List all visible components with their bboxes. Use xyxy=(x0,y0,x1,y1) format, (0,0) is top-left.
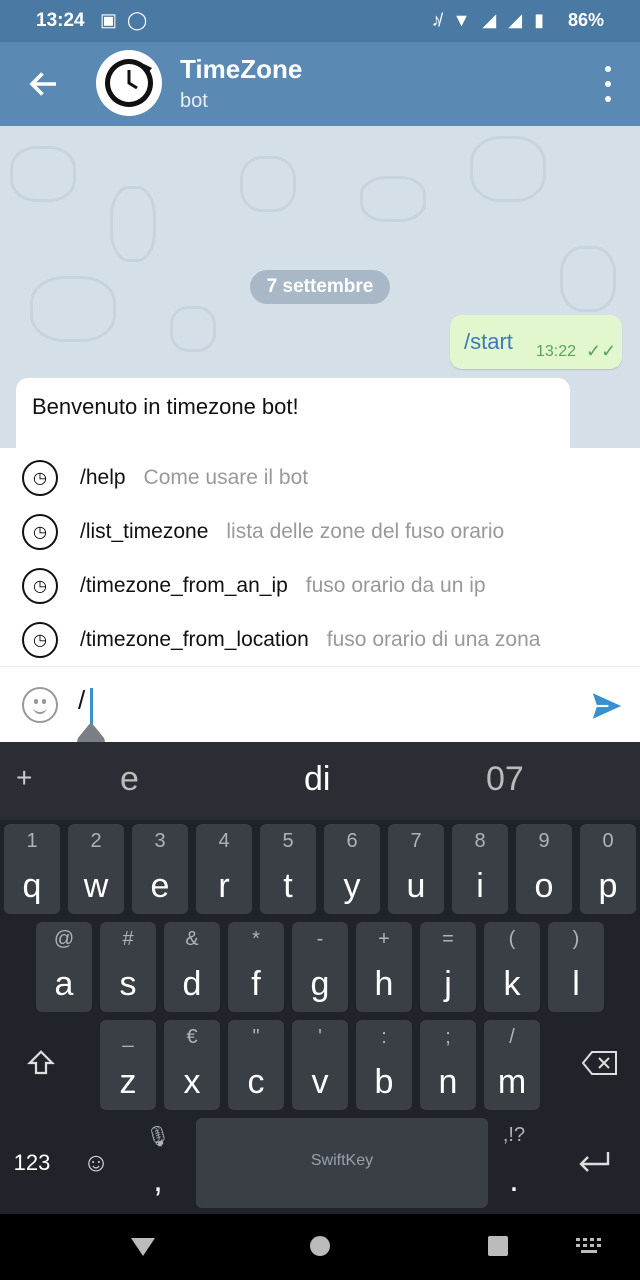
key[interactable]: " c xyxy=(228,1020,284,1110)
chat-area: 7 settembre /start 13:22 ✓✓ Benvenuto in… xyxy=(0,126,640,448)
key[interactable]: ) l xyxy=(548,922,604,1012)
plus-icon[interactable]: + xyxy=(16,762,32,794)
key[interactable]: 6y xyxy=(324,824,380,914)
suggestion-command: /help xyxy=(80,466,126,489)
message-time: 13:22 xyxy=(536,343,577,360)
nav-home-icon[interactable] xyxy=(308,1234,332,1258)
key[interactable]: ' v xyxy=(292,1020,348,1110)
signal-2-icon: ◢ xyxy=(508,10,523,30)
clock-icon: ◷ xyxy=(22,568,58,604)
send-icon[interactable] xyxy=(590,689,624,723)
bot-avatar[interactable] xyxy=(96,50,162,116)
battery-icon: ▮ xyxy=(534,10,544,30)
enter-icon xyxy=(579,1152,610,1172)
more-options-icon[interactable] xyxy=(602,66,614,102)
suggestion-description: lista delle zone del fuso orario xyxy=(226,520,505,543)
smiley-icon: ☺ xyxy=(82,1147,110,1177)
date-chip: 7 settembre xyxy=(250,270,390,304)
suggestion-description: Come usare il bot xyxy=(143,466,309,489)
read-checkmarks-icon: ✓✓ xyxy=(586,341,617,361)
message-input[interactable]: / xyxy=(78,685,558,725)
shift-key[interactable] xyxy=(6,1020,76,1110)
key[interactable]: 5t xyxy=(260,824,316,914)
navigation-bar xyxy=(0,1214,640,1280)
key[interactable]: _ z xyxy=(100,1020,156,1110)
microphone-icon: 🎙 xyxy=(145,1126,171,1148)
key[interactable]: -g xyxy=(292,922,348,1012)
prediction-center[interactable]: di xyxy=(304,760,330,799)
prediction-right[interactable]: 07 xyxy=(486,760,524,799)
outgoing-message[interactable]: /start 13:22 ✓✓ xyxy=(450,315,622,369)
key[interactable]: (k xyxy=(484,922,540,1012)
battery-percent: 86% xyxy=(567,10,604,30)
emoji-key[interactable]: ☺ xyxy=(70,1118,122,1208)
key[interactable]: / m xyxy=(484,1020,540,1110)
nav-recents-icon[interactable] xyxy=(486,1234,510,1258)
suggestion-command: /timezone_from_an_ip xyxy=(80,574,288,597)
numbers-key[interactable]: 123 xyxy=(4,1118,60,1208)
back-arrow-icon[interactable] xyxy=(26,66,62,102)
key[interactable]: 7u xyxy=(388,824,444,914)
backspace-icon xyxy=(582,1051,617,1075)
key[interactable]: = j xyxy=(420,922,476,1012)
key[interactable]: 8i xyxy=(452,824,508,914)
keyboard: + e di 07 1q 2w 3e 4r 5t 6y 7u 8i 9o 0p … xyxy=(0,742,640,1214)
command-suggestions: ◷ /help Come usare il bot ◷ /list_timezo… xyxy=(0,448,640,666)
key[interactable]: 0p xyxy=(580,824,636,914)
incoming-message-text: Benvenuto in timezone bot! xyxy=(32,394,299,419)
shift-icon xyxy=(27,1050,55,1075)
key[interactable]: & d xyxy=(164,922,220,1012)
key[interactable]: 4r xyxy=(196,824,252,914)
comma-key[interactable]: 🎙 , xyxy=(130,1118,186,1208)
whatsapp-icon: ◯ xyxy=(127,10,148,30)
prediction-left[interactable]: e xyxy=(120,760,139,799)
key[interactable]: * f xyxy=(228,922,284,1012)
suggestion-item[interactable]: ◷ /timezone_from_an_ip fuso orario da un… xyxy=(0,559,640,613)
key[interactable]: @ a xyxy=(36,922,92,1012)
outgoing-message-text[interactable]: /start xyxy=(464,329,513,355)
key[interactable]: # s xyxy=(100,922,156,1012)
clock-icon: ◷ xyxy=(22,460,58,496)
swiftkey-logo: SwiftKey xyxy=(310,1152,374,1169)
period-key[interactable]: ,!? . xyxy=(486,1118,542,1208)
backspace-key[interactable] xyxy=(566,1020,634,1110)
key[interactable]: 1q xyxy=(4,824,60,914)
space-key[interactable]: SwiftKey xyxy=(196,1118,488,1208)
nav-back-icon[interactable] xyxy=(130,1236,156,1258)
clock-icon: ◷ xyxy=(22,622,58,658)
chat-subtitle: bot xyxy=(180,90,208,112)
prediction-bar: + e di 07 xyxy=(0,742,640,820)
wifi-icon: ▼ xyxy=(452,10,471,30)
key[interactable]: € x xyxy=(164,1020,220,1110)
emoji-icon[interactable] xyxy=(22,687,58,723)
app-bar: TimeZone bot xyxy=(0,42,640,126)
suggestion-item[interactable]: ◷ /help Come usare il bot xyxy=(0,451,640,505)
enter-key[interactable] xyxy=(560,1118,630,1208)
keyboard-switch-icon[interactable] xyxy=(576,1238,602,1254)
suggestion-item[interactable]: ◷ /list_timezone lista delle zone del fu… xyxy=(0,505,640,559)
key[interactable]: ; n xyxy=(420,1020,476,1110)
clock-icon xyxy=(105,59,153,107)
key[interactable]: 3e xyxy=(132,824,188,914)
incoming-message[interactable]: Benvenuto in timezone bot! xyxy=(16,378,570,448)
suggestion-description: fuso orario da un ip xyxy=(305,574,486,597)
suggestion-item[interactable]: ◷ /timezone_from_location fuso orario di… xyxy=(0,613,640,667)
key[interactable]: :b xyxy=(356,1020,412,1110)
suggestion-command: /list_timezone xyxy=(80,520,209,543)
status-time: 13:24 xyxy=(36,10,85,31)
gallery-icon: ▣ xyxy=(100,10,118,30)
mute-icon: ♪̸ xyxy=(431,10,441,30)
text-caret xyxy=(90,688,93,724)
status-bar: 13:24 ▣ ◯ ♪̸ ▼ ◢ ◢ ▮ 86% xyxy=(0,0,640,42)
suggestion-command: /timezone_from_location xyxy=(80,628,309,651)
chat-title: TimeZone xyxy=(180,54,303,84)
key[interactable]: 9o xyxy=(516,824,572,914)
key[interactable]: 2w xyxy=(68,824,124,914)
suggestion-description: fuso orario di una zona xyxy=(326,628,541,651)
key[interactable]: + h xyxy=(356,922,412,1012)
clock-icon: ◷ xyxy=(22,514,58,550)
signal-icon: ◢ xyxy=(482,10,497,30)
